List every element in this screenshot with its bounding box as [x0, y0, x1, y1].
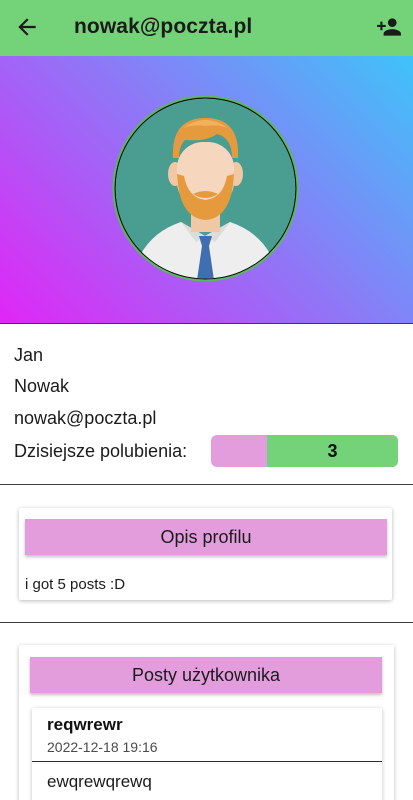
profile-header-banner	[0, 56, 413, 323]
post-item[interactable]: reqwrewr 2022-12-18 19:16 ewqrewqrewq	[32, 708, 382, 800]
avatar[interactable]	[111, 94, 300, 283]
arrow-left-icon[interactable]	[14, 14, 40, 40]
profile-description-header: Opis profilu	[25, 519, 387, 555]
post-body: ewqrewqrewq	[47, 772, 152, 791]
likes-label: Dzisiejsze polubienia:	[14, 441, 188, 461]
profile-description-text: i got 5 posts :D	[25, 576, 126, 593]
section-divider	[0, 622, 413, 623]
last-name-text: Nowak	[14, 376, 70, 396]
section-divider	[0, 484, 413, 485]
post-divider	[32, 761, 382, 762]
email-text: nowak@poczta.pl	[14, 408, 157, 428]
first-name-text: Jan	[14, 345, 44, 365]
person-add-icon[interactable]	[375, 14, 403, 40]
app-bar: nowak@poczta.pl	[0, 0, 413, 56]
post-title: reqwrewr	[47, 715, 123, 734]
page-title: nowak@poczta.pl	[74, 15, 253, 38]
section-divider	[0, 323, 413, 324]
user-posts-header: Posty użytkownika	[30, 657, 382, 693]
post-date: 2022-12-18 19:16	[47, 739, 158, 755]
likes-count: 3	[327, 441, 338, 461]
likes-progress-bar: 3	[211, 435, 398, 467]
